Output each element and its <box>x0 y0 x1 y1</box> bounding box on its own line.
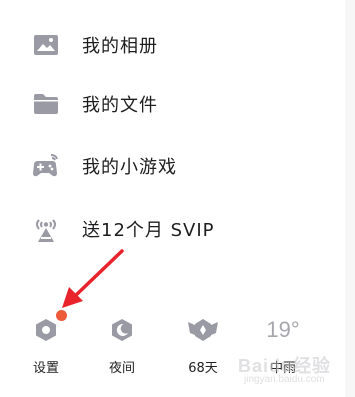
watermark-url: jingyan.baidu.com <box>244 374 325 385</box>
baidu-watermark: Baidu经验 jingyan.baidu.com <box>236 348 354 394</box>
annotation-arrow <box>62 249 124 308</box>
